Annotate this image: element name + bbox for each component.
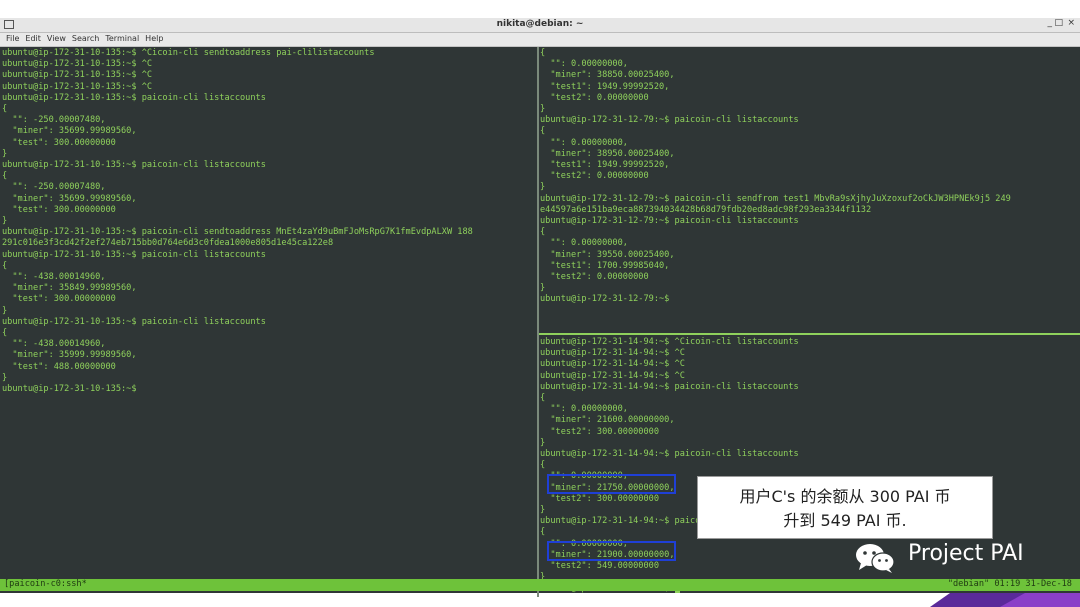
terminal-line: ubuntu@ip-172-31-10-135:~$ [2, 384, 137, 395]
terminal-line: { [2, 171, 8, 182]
terminal-line: } [2, 148, 8, 159]
terminal-line: "": -438.00014960, [2, 339, 106, 350]
terminal-line: "test2": 0.00000000 [540, 272, 649, 283]
terminal-line: "": 0.00000000, [540, 59, 628, 70]
terminal-line: "miner": 35699.99989560, [2, 126, 137, 137]
terminal-line: ubuntu@ip-172-31-12-79:~$ [540, 294, 670, 305]
terminal-line: "test": 300.00000000 [2, 204, 116, 215]
terminal-line: } [540, 437, 546, 448]
window-title: nikita@debian: ~ [496, 19, 584, 29]
pane-left-lines: ubuntu@ip-172-31-10-135:~$ ^Cicoin-cli s… [2, 48, 536, 395]
terminal-line: "test2": 0.00000000 [540, 171, 649, 182]
terminal-line: { [2, 328, 8, 339]
vertical-pane-divider[interactable] [537, 47, 539, 597]
terminal-line: } [2, 216, 8, 227]
brand-text: Project PAI [908, 541, 1024, 566]
terminal-line: } [540, 283, 546, 294]
terminal-line: { [540, 126, 546, 137]
highlight-box-test2-before [547, 474, 676, 494]
terminal-line: ubuntu@ip-172-31-12-79:~$ paicoin-cli li… [540, 115, 799, 126]
terminal-line: 291c016e3f3cd42f2ef274eb715bb0d764e6d3c0… [2, 238, 334, 249]
horizontal-pane-divider[interactable] [539, 333, 1080, 335]
terminal-pane-left[interactable]: ubuntu@ip-172-31-10-135:~$ ^Cicoin-cli s… [2, 48, 536, 596]
terminal-line: ubuntu@ip-172-31-10-135:~$ paicoin-cli l… [2, 316, 266, 327]
terminal-line: "": 0.00000000, [540, 137, 628, 148]
terminal-line: ubuntu@ip-172-31-14-94:~$ ^Cicoin-cli li… [540, 337, 799, 347]
wechat-icon [856, 544, 895, 573]
terminal-line: "": -438.00014960, [2, 272, 106, 283]
terminal-line: { [2, 104, 8, 115]
terminal-line: "": -250.00007480, [2, 115, 106, 126]
terminal-pane-right-top[interactable]: { "": 0.00000000, "miner": 38850.0002540… [540, 48, 1078, 333]
callout-line-1: 用户C's 的余额从 300 PAI 币 [739, 487, 951, 506]
tmux-status-bar: [paicoin-c0:ssh* "debian" 01:19 31-Dec-1… [0, 579, 1080, 591]
terminal-line: "test2": 300.00000000 [540, 426, 659, 437]
terminal-line: "test2": 0.00000000 [540, 92, 649, 103]
terminal-line: ubuntu@ip-172-31-14-94:~$ paicoin-cli li… [540, 381, 799, 392]
menu-view[interactable]: View [47, 34, 66, 43]
status-session: [paicoin-c0:ssh* [4, 579, 87, 589]
terminal-line: ubuntu@ip-172-31-10-135:~$ ^C [2, 59, 153, 70]
terminal-line: ubuntu@ip-172-31-10-135:~$ ^Cicoin-cli s… [2, 48, 375, 58]
terminal-line: } [2, 305, 8, 316]
terminal-line: ubuntu@ip-172-31-10-135:~$ paicoin-cli l… [2, 249, 266, 260]
terminal-line: ubuntu@ip-172-31-10-135:~$ paicoin-cli l… [2, 160, 266, 171]
slide-corner-decoration [930, 593, 1080, 607]
menu-help[interactable]: Help [145, 34, 163, 43]
terminal-line: { [540, 227, 546, 238]
title-bar: nikita@debian: ~ _ □ × [0, 18, 1080, 33]
menu-search[interactable]: Search [72, 34, 99, 43]
terminal-line: "test1": 1700.99985040, [540, 260, 670, 271]
terminal-line: "": 0.00000000, [540, 404, 628, 415]
terminal-line: "test1": 1949.99992520, [540, 81, 670, 92]
maximize-icon[interactable]: □ [1054, 18, 1063, 28]
terminal-line: "test1": 1949.99992520, [540, 160, 670, 171]
highlight-box-test2-after [547, 541, 676, 561]
terminal-line: { [540, 460, 546, 471]
callout-line-2: 升到 549 PAI 币. [783, 511, 907, 530]
minimize-icon[interactable]: _ [1048, 18, 1053, 28]
pane-right-top-lines: { "": 0.00000000, "miner": 38850.0002540… [540, 48, 1078, 306]
terminal-line: ubuntu@ip-172-31-14-94:~$ paicoin-cli li… [540, 449, 799, 460]
terminal-line: "miner": 39550.00025400, [540, 249, 675, 260]
terminal-line: ubuntu@ip-172-31-12-79:~$ paicoin-cli li… [540, 216, 799, 227]
terminal-line: "test": 300.00000000 [2, 137, 116, 148]
terminal-line: { [540, 48, 546, 58]
terminal-line: ubuntu@ip-172-31-10-135:~$ paicoin-cli s… [2, 227, 473, 238]
terminal-line: "": -250.00007480, [2, 182, 106, 193]
terminal-line: ubuntu@ip-172-31-14-94:~$ ^C [540, 359, 685, 370]
terminal-line: ubuntu@ip-172-31-14-94:~$ ^C [540, 370, 685, 381]
menu-edit[interactable]: Edit [25, 34, 41, 43]
close-icon[interactable]: × [1067, 18, 1075, 28]
menu-terminal[interactable]: Terminal [105, 34, 139, 43]
terminal-line: } [540, 104, 546, 115]
terminal-line: e44597a6e151ba9eca887394034428b68d79fdb2… [540, 204, 872, 215]
terminal-line: "miner": 38850.00025400, [540, 70, 675, 81]
terminal-line: ubuntu@ip-172-31-12-79:~$ paicoin-cli se… [540, 193, 1011, 204]
terminal-line: ubuntu@ip-172-31-10-135:~$ ^C [2, 70, 153, 81]
terminal-line: "miner": 38950.00025400, [540, 148, 675, 159]
terminal-line: "test": 488.00000000 [2, 361, 116, 372]
terminal-line: { [2, 260, 8, 271]
annotation-callout: 用户C's 的余额从 300 PAI 币 升到 549 PAI 币. [697, 476, 993, 539]
menu-bar: File Edit View Search Terminal Help [0, 33, 1080, 47]
terminal-line: "miner": 35849.99989560, [2, 283, 137, 294]
terminal-line: "": 0.00000000, [540, 238, 628, 249]
status-clock: "debian" 01:19 31-Dec-18 [947, 579, 1072, 589]
terminal-line: "miner": 21600.00000000, [540, 415, 675, 426]
terminal-line: "test": 300.00000000 [2, 294, 116, 305]
terminal-line: "miner": 35699.99989560, [2, 193, 137, 204]
terminal-line: { [540, 393, 546, 404]
terminal-line: ubuntu@ip-172-31-14-94:~$ ^C [540, 348, 685, 359]
terminal-line: "miner": 35999.99989560, [2, 350, 137, 361]
terminal-line: } [2, 372, 8, 383]
terminal-line: } [540, 182, 546, 193]
menu-file[interactable]: File [6, 34, 19, 43]
terminal-line: ubuntu@ip-172-31-10-135:~$ paicoin-cli l… [2, 92, 266, 103]
terminal-line: ubuntu@ip-172-31-10-135:~$ ^C [2, 81, 153, 92]
